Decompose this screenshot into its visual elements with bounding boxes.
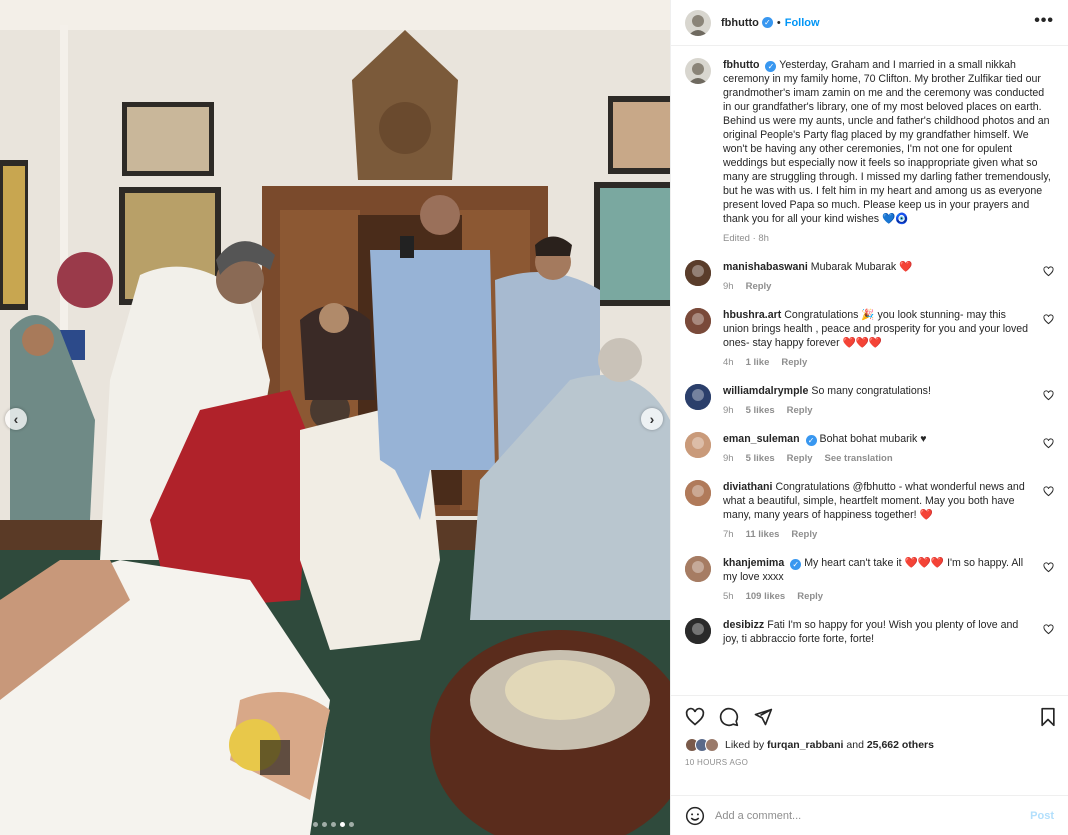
comment-text: So many congratulations!: [811, 385, 931, 397]
comment-text: Mubarak Mubarak ❤️: [810, 261, 913, 273]
comments-list[interactable]: fbhutto ✓ Yesterday, Graham and I married…: [671, 46, 1068, 695]
wedding-photo: [0, 0, 670, 835]
post-modal: ‹ › fbhutto ✓ • Follow ••• fbhutto ✓ Yes…: [0, 0, 1068, 835]
carousel-dot: [349, 822, 354, 827]
avatar[interactable]: [685, 58, 711, 84]
comment-thread: manishabaswani Mubarak Mubarak ❤️ 9h Reply h…: [685, 260, 1054, 646]
reply-button[interactable]: Reply: [791, 528, 817, 542]
comment-like-heart-icon[interactable]: [1043, 562, 1054, 573]
carousel-prev-button[interactable]: ‹: [5, 408, 27, 430]
avatar[interactable]: [685, 480, 711, 506]
post-caption: fbhutto ✓ Yesterday, Graham and I married…: [685, 58, 1054, 246]
chevron-right-icon: ›: [649, 411, 655, 427]
likes-summary: Liked by furqan_rabbani and 25,662 other…: [685, 738, 1054, 752]
comment-username[interactable]: desibizz: [723, 619, 764, 631]
liked-others-link[interactable]: 25,662 others: [867, 739, 934, 751]
comment-text: Bohat bohat mubarik ♥: [819, 433, 927, 445]
emoji-icon[interactable]: [685, 806, 705, 826]
comment-username[interactable]: hbushra.art: [723, 309, 781, 321]
carousel-dot: [331, 822, 336, 827]
comment-username[interactable]: manishabaswani: [723, 261, 808, 273]
avatar[interactable]: [685, 384, 711, 410]
add-comment-bar: Post: [671, 795, 1068, 835]
verified-badge-icon: ✓: [765, 61, 777, 72]
carousel-dot: [340, 822, 345, 827]
post-actions: Liked by furqan_rabbani and 25,662 other…: [671, 695, 1068, 795]
post-timestamp[interactable]: 10 HOURS AGO: [685, 758, 1054, 767]
reply-button[interactable]: Reply: [797, 590, 823, 604]
comment-time: 5h: [723, 591, 734, 602]
reply-button[interactable]: Reply: [746, 280, 772, 294]
comment-time: 7h: [723, 529, 734, 540]
post-header: fbhutto ✓ • Follow •••: [671, 0, 1068, 46]
avatar[interactable]: [685, 308, 711, 334]
comment-time: 9h: [723, 453, 734, 464]
see-translation-button[interactable]: See translation: [825, 452, 893, 466]
comment-username[interactable]: eman_suleman: [723, 433, 800, 445]
post-photo[interactable]: ‹ ›: [0, 0, 670, 835]
comment-username[interactable]: diviathani: [723, 481, 772, 493]
carousel-dot: [322, 822, 327, 827]
comment-time: 4h: [723, 357, 734, 368]
avatar[interactable]: [685, 9, 711, 36]
comment-item: williamdalrymple So many congratulations!…: [685, 384, 1054, 418]
post-comment-button[interactable]: Post: [1030, 810, 1054, 822]
verified-badge-icon: ✓: [805, 435, 817, 446]
avatar[interactable]: [685, 432, 711, 458]
avatar: [705, 738, 719, 752]
caption-meta: Edited · 8h: [723, 233, 769, 244]
verified-badge-icon: ✓: [761, 17, 773, 28]
comment-like-heart-icon[interactable]: [1043, 390, 1054, 401]
comment-time: 9h: [723, 405, 734, 416]
header-separator: •: [776, 16, 781, 29]
comment-icon[interactable]: [719, 707, 739, 727]
more-options-icon[interactable]: •••: [1034, 13, 1054, 29]
comment-username[interactable]: khanjemima: [723, 557, 784, 569]
comment-likes[interactable]: 109 likes: [746, 590, 786, 604]
comment-like-heart-icon[interactable]: [1043, 438, 1054, 449]
reply-button[interactable]: Reply: [781, 356, 807, 370]
comment-username[interactable]: williamdalrymple: [723, 385, 808, 397]
comment-item: eman_suleman ✓ Bohat bohat mubarik ♥ 9h 5 l…: [685, 432, 1054, 466]
liked-user-link[interactable]: furqan_rabbani: [767, 739, 843, 751]
avatar[interactable]: [685, 618, 711, 644]
carousel-next-button[interactable]: ›: [641, 408, 663, 430]
carousel-dot: [313, 822, 318, 827]
comment-item: hbushra.art Congratulations 🎉 you look st…: [685, 308, 1054, 370]
post-side-panel: fbhutto ✓ • Follow ••• fbhutto ✓ Yesterda…: [670, 0, 1068, 835]
carousel-indicator: [313, 822, 354, 827]
add-comment-input[interactable]: [715, 809, 1031, 822]
comment-text: Fati I'm so happy for you! Wish you plen…: [723, 619, 1019, 645]
comment-item: khanjemima ✓ My heart can't take it ❤️❤️❤…: [685, 556, 1054, 604]
comment-likes[interactable]: 11 likes: [746, 528, 780, 542]
comment-likes[interactable]: 5 likes: [746, 452, 775, 466]
comment-like-heart-icon[interactable]: [1043, 314, 1054, 325]
comment-item: desibizz Fati I'm so happy for you! Wish …: [685, 618, 1054, 646]
comment-time: 9h: [723, 281, 734, 292]
share-icon[interactable]: [753, 707, 773, 727]
verified-badge-icon: ✓: [790, 559, 802, 570]
comment-like-heart-icon[interactable]: [1043, 266, 1054, 277]
bookmark-icon[interactable]: [1038, 707, 1058, 727]
liked-prefix: Liked by: [725, 739, 765, 751]
avatar[interactable]: [685, 556, 711, 582]
post-author-username[interactable]: fbhutto: [721, 17, 759, 29]
comment-likes[interactable]: 5 likes: [746, 404, 775, 418]
comment-like-heart-icon[interactable]: [1043, 624, 1054, 635]
reply-button[interactable]: Reply: [787, 452, 813, 466]
caption-username[interactable]: fbhutto: [723, 59, 759, 71]
comment-item: manishabaswani Mubarak Mubarak ❤️ 9h Reply: [685, 260, 1054, 294]
chevron-left-icon: ‹: [13, 411, 19, 427]
like-heart-icon[interactable]: [685, 707, 705, 727]
caption-text: Yesterday, Graham and I married in a sma…: [723, 59, 1051, 225]
comment-like-heart-icon[interactable]: [1043, 486, 1054, 497]
comment-item: diviathani Congratulations @fbhutto - wha…: [685, 480, 1054, 542]
avatar[interactable]: [685, 260, 711, 286]
liker-avatars[interactable]: [685, 738, 719, 752]
reply-button[interactable]: Reply: [787, 404, 813, 418]
follow-button[interactable]: Follow: [785, 17, 820, 29]
comment-likes[interactable]: 1 like: [746, 356, 770, 370]
liked-and: and: [846, 739, 864, 751]
